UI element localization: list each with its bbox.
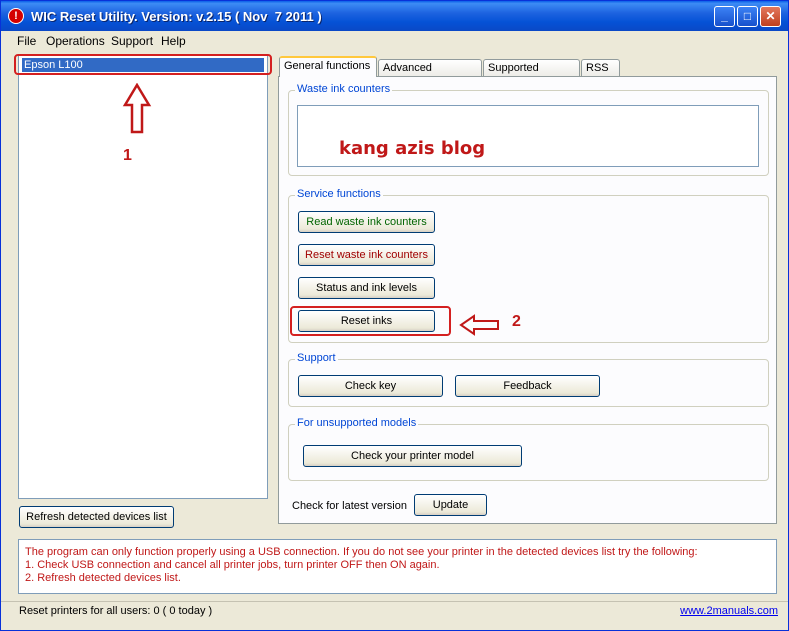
annotation-number-2: 2 [512, 313, 521, 330]
menu-bar: File Operations Support Help [1, 31, 788, 50]
reset-count-status: Reset printers for all users: 0 ( 0 toda… [19, 605, 213, 617]
app-icon: ! [8, 8, 24, 24]
annotation-up-arrow-icon [122, 83, 152, 134]
website-link[interactable]: www.2manuals.com [680, 605, 778, 617]
watermark-text: kang azis blog [339, 138, 486, 159]
unsupported-models-label: For unsupported models [295, 417, 419, 429]
annotation-left-arrow-icon [459, 314, 499, 336]
maximize-button[interactable]: □ [737, 6, 758, 27]
usb-info-message: The program can only function properly u… [18, 539, 777, 594]
close-button[interactable]: ✕ [760, 6, 781, 27]
latest-version-label: Check for latest version [292, 500, 407, 512]
annotation-highlight-reset-inks [290, 306, 451, 336]
check-printer-model-button[interactable]: Check your printer model [303, 445, 522, 467]
status-bar: Reset printers for all users: 0 ( 0 toda… [1, 601, 788, 622]
read-waste-ink-counters-button[interactable]: Read waste ink counters [298, 211, 435, 233]
support-label: Support [295, 352, 338, 364]
tab-rss[interactable]: RSS [581, 59, 620, 77]
message-line-3: 2. Refresh detected devices list. [25, 572, 181, 584]
annotation-highlight-device [14, 54, 272, 75]
waste-ink-counters-label: Waste ink counters [295, 83, 393, 95]
update-button[interactable]: Update [414, 494, 487, 516]
menu-file[interactable]: File [17, 34, 36, 48]
menu-operations[interactable]: Operations [46, 34, 105, 48]
tab-advanced-functions[interactable]: Advanced functions [378, 59, 482, 90]
message-line-2: 1. Check USB connection and cancel all p… [25, 559, 440, 571]
title-bar[interactable]: ! WIC Reset Utility. Version: v.2.15 ( N… [1, 1, 788, 31]
service-functions-label: Service functions [295, 188, 383, 200]
window-title: WIC Reset Utility. Version: v.2.15 ( Nov… [31, 9, 322, 24]
status-and-ink-levels-button[interactable]: Status and ink levels [298, 277, 435, 299]
tab-supported-models[interactable]: Supported models [483, 59, 580, 90]
app-window: ! WIC Reset Utility. Version: v.2.15 ( N… [0, 0, 789, 631]
message-line-1: The program can only function properly u… [25, 546, 698, 558]
menu-help[interactable]: Help [161, 34, 186, 48]
check-key-button[interactable]: Check key [298, 375, 443, 397]
feedback-button[interactable]: Feedback [455, 375, 600, 397]
tab-general-functions[interactable]: General functions [279, 56, 377, 77]
annotation-number-1: 1 [123, 147, 132, 164]
menu-support[interactable]: Support [111, 34, 153, 48]
reset-waste-ink-counters-button[interactable]: Reset waste ink counters [298, 244, 435, 266]
refresh-devices-button[interactable]: Refresh detected devices list [19, 506, 174, 528]
minimize-button[interactable]: _ [714, 6, 735, 27]
